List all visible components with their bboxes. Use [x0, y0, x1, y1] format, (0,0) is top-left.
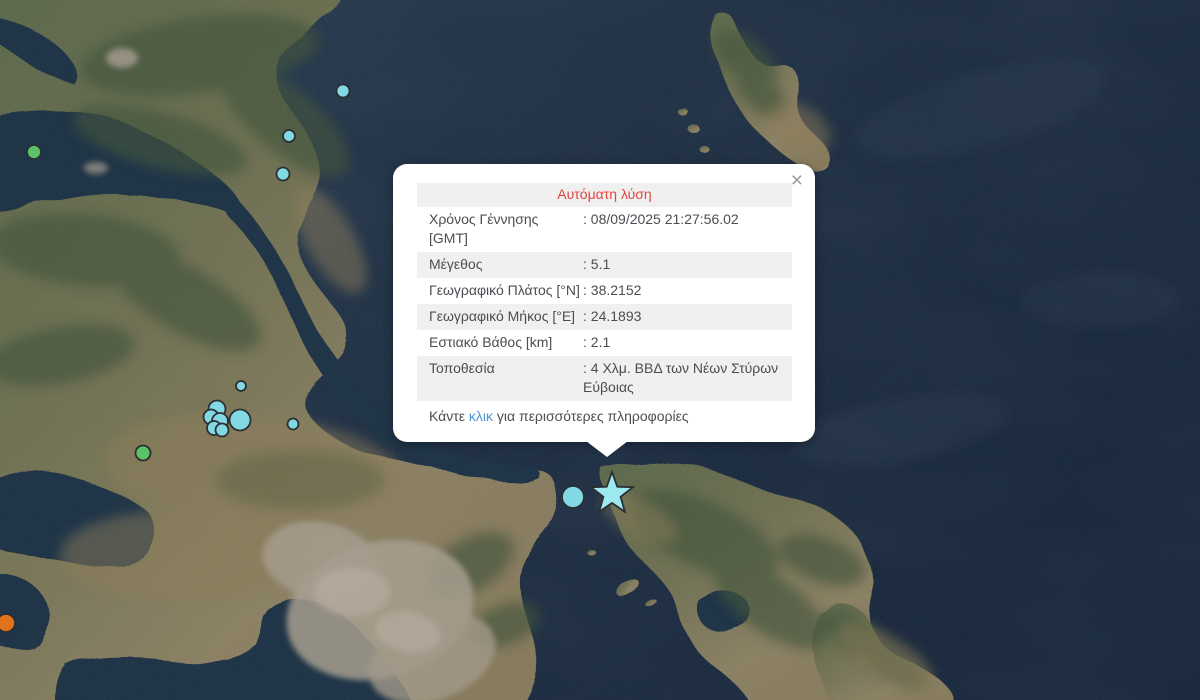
- earthquake-marker[interactable]: [236, 381, 246, 391]
- row-label: Χρόνος Γέννησης [GMT]: [429, 210, 581, 248]
- row-label: Μέγεθος: [429, 255, 581, 274]
- map-viewport: × Αυτόματη λύση Χρόνος Γέννησης [GMT]: 0…: [0, 0, 1200, 700]
- popup-footer: Κάντε κλικ για περισσότερες πληροφορίες: [417, 401, 792, 428]
- row-value: : 5.1: [581, 255, 792, 274]
- popup-row-0: Χρόνος Γέννησης [GMT]: 08/09/2025 21:27:…: [417, 207, 792, 252]
- footer-text-suffix: για περισσότερες πληροφορίες: [493, 408, 689, 424]
- row-value: : 08/09/2025 21:27:56.02: [581, 210, 792, 248]
- earthquake-marker[interactable]: [27, 145, 41, 159]
- earthquake-marker[interactable]: [230, 410, 251, 431]
- earthquake-marker[interactable]: [562, 486, 584, 508]
- footer-text-prefix: Κάντε: [429, 408, 469, 424]
- earthquake-popup: × Αυτόματη λύση Χρόνος Γέννησης [GMT]: 0…: [393, 164, 815, 442]
- close-icon[interactable]: ×: [791, 170, 803, 191]
- earthquake-marker[interactable]: [283, 130, 295, 142]
- row-label: Γεωγραφικό Πλάτος [°N]: [429, 281, 581, 300]
- popup-row-3: Γεωγραφικό Μήκος [°E]: 24.1893: [417, 304, 792, 330]
- row-label: Τοποθεσία: [429, 359, 581, 397]
- popup-row-5: Τοποθεσία: 4 Χλμ. ΒΒΔ των Νέων Στύρων Εύ…: [417, 356, 792, 401]
- row-value: : 38.2152: [581, 281, 792, 300]
- popup-title: Αυτόματη λύση: [417, 183, 792, 207]
- earthquake-marker[interactable]: [288, 419, 299, 430]
- popup-row-2: Γεωγραφικό Πλάτος [°N]: 38.2152: [417, 278, 792, 304]
- popup-rows: Χρόνος Γέννησης [GMT]: 08/09/2025 21:27:…: [417, 207, 792, 401]
- earthquake-marker[interactable]: [0, 614, 15, 632]
- more-info-link[interactable]: κλικ: [469, 408, 493, 424]
- earthquake-marker[interactable]: [277, 168, 290, 181]
- popup-tail: [586, 441, 628, 457]
- popup-row-4: Εστιακό Βάθος [km]: 2.1: [417, 330, 792, 356]
- row-value: : 4 Χλμ. ΒΒΔ των Νέων Στύρων Εύβοιας: [581, 359, 792, 397]
- row-label: Εστιακό Βάθος [km]: [429, 333, 581, 352]
- row-value: : 24.1893: [581, 307, 792, 326]
- popup-row-1: Μέγεθος: 5.1: [417, 252, 792, 278]
- earthquake-marker[interactable]: [337, 85, 350, 98]
- earthquake-marker[interactable]: [216, 424, 229, 437]
- row-value: : 2.1: [581, 333, 792, 352]
- earthquake-marker[interactable]: [136, 446, 151, 461]
- row-label: Γεωγραφικό Μήκος [°E]: [429, 307, 581, 326]
